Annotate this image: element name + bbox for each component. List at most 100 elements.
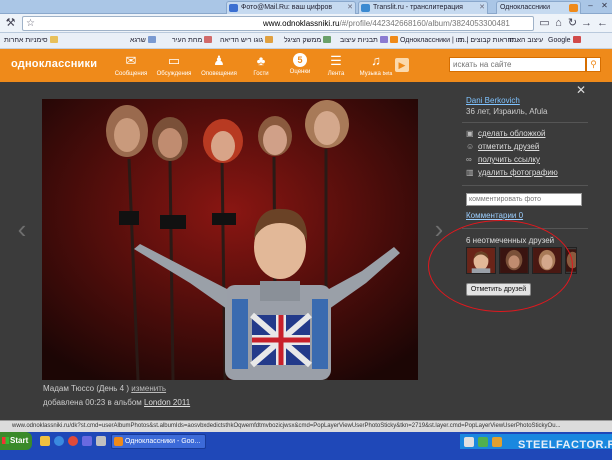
nav-messages[interactable]: ✉ Сообщения: [111, 53, 151, 77]
bookmark-label: תבניות עיצוב: [340, 37, 378, 44]
bookmark-label: גוגו ריש הדיאה: [220, 37, 264, 44]
nav-label: Лента: [327, 71, 345, 77]
chrome-icon[interactable]: [68, 436, 78, 446]
close-tab-icon[interactable]: ✕: [479, 2, 485, 13]
nav-discussions[interactable]: ▭ Обсуждения: [154, 53, 194, 77]
bookmark-item[interactable]: עיצוב האתר: [508, 36, 543, 46]
envelope-icon: ✉: [125, 53, 137, 68]
start-button[interactable]: Start: [0, 432, 32, 450]
nav-feed[interactable]: ☰ Лента: [316, 53, 356, 77]
url-path: /#/profile/442342668160/album/3824053300…: [339, 19, 510, 28]
owner-meta: 36 лет, Израиль, Afula: [466, 107, 548, 116]
folder-icon[interactable]: [40, 436, 50, 446]
delete-photo-action[interactable]: ▥ удалить фотографию: [466, 168, 558, 177]
action-label: отметить друзей: [478, 142, 540, 151]
trash-icon: ▥: [466, 168, 474, 177]
bookmark-item[interactable]: מחת העיר: [172, 36, 214, 46]
photo[interactable]: [42, 99, 418, 380]
bookmark-label: עיצוב האתר: [508, 37, 544, 44]
discussions-icon: ▭: [167, 53, 181, 68]
cover-icon: ▣: [466, 129, 474, 138]
browser-tab-mailru[interactable]: Фото@Mail.Ru: ваш цифров ✕: [226, 1, 356, 14]
home-icon[interactable]: ⌂: [552, 17, 565, 30]
bookmark-item[interactable]: Одноклассники | תו...: [390, 36, 468, 46]
folder-icon: [49, 36, 58, 43]
comment-input[interactable]: [466, 193, 582, 206]
previous-photo-arrow-icon[interactable]: ‹: [16, 214, 28, 244]
app-icon[interactable]: [96, 436, 106, 446]
search-icon[interactable]: ⚲: [586, 57, 601, 72]
url-field[interactable]: ☆ www.odnoklassniki.ru/#/profile/4423426…: [22, 16, 534, 31]
make-cover-action[interactable]: ▣ сделать обложкой: [466, 129, 546, 138]
divider: [462, 122, 588, 123]
tray-icon[interactable]: [478, 437, 488, 447]
nav-label: Гости: [253, 71, 269, 77]
windows-logo-icon: [2, 437, 9, 444]
browser-tab-translit[interactable]: Translit.ru - транслитерация ✕: [358, 1, 488, 14]
other-bookmarks-folder[interactable]: סימניות אחרות: [4, 36, 60, 46]
tab-label: Одноклассники: [500, 4, 551, 11]
tab-label: Фото@Mail.Ru: ваш цифров: [241, 4, 333, 11]
nav-label: Обсуждения: [156, 71, 192, 77]
nav-notifications[interactable]: ♟ Оповещения: [199, 53, 239, 77]
bookmark-label: שרגא: [130, 37, 146, 44]
link-icon: ∞: [466, 155, 472, 164]
bookmark-item[interactable]: גוגו ריש הדיאה: [220, 36, 275, 46]
action-label: получить ссылку: [478, 155, 540, 164]
owner-name-link[interactable]: Dani Berkovich: [466, 96, 520, 105]
google-icon: [572, 36, 581, 43]
task-label: Одноклассники - Goo...: [125, 438, 201, 445]
album-link[interactable]: London 2011: [144, 398, 190, 407]
caption-text: Мадам Тюссо (День 4 ): [43, 384, 130, 393]
action-label: удалить фотографию: [478, 168, 558, 177]
tab-label: Translit.ru - транслитерация: [373, 4, 463, 11]
bookmark-item[interactable]: Google: [548, 36, 583, 46]
added-text: добавлена 00:23 в альбом: [43, 398, 142, 407]
app-icon[interactable]: [82, 436, 92, 446]
nav-label: Музыка: [359, 71, 381, 77]
forward-icon[interactable]: →: [580, 17, 593, 30]
bookmark-icon: [204, 36, 213, 43]
play-icon[interactable]: ▶: [395, 58, 409, 72]
minimize-icon[interactable]: –: [584, 1, 597, 11]
edit-caption-link[interactable]: изменить: [131, 384, 166, 393]
tag-friends-action[interactable]: ☺ отметить друзей: [466, 142, 539, 151]
get-link-action[interactable]: ∞ получить ссылку: [466, 155, 540, 164]
browser-tab-odnoklassniki[interactable]: Одноклассники: [496, 1, 581, 14]
nav-ratings[interactable]: 5 Оценки: [280, 53, 320, 75]
bookmark-icon: [323, 36, 332, 43]
odnoklassniki-icon: [390, 36, 398, 43]
bookmark-item[interactable]: ממשק הציגל: [284, 36, 333, 46]
bookmark-star-icon[interactable]: ☆: [26, 17, 35, 30]
page-menu-icon[interactable]: ▭: [538, 17, 551, 30]
bookmark-item[interactable]: תבניות עיצוב: [340, 36, 390, 46]
bookmark-item[interactable]: שרגא: [130, 36, 158, 46]
bookmarks-bar: סימניות אחרות שרגא מחת העיר גוגו ריש הדי…: [0, 33, 612, 49]
site-logo[interactable]: одноклассники: [11, 58, 97, 70]
nav-label: Сообщения: [114, 71, 148, 77]
close-viewer-icon[interactable]: ✕: [576, 83, 586, 97]
nav-label: Оповещения: [201, 71, 237, 77]
tray-icon[interactable]: [464, 437, 474, 447]
nav-guests[interactable]: ♣ Гости: [241, 53, 281, 77]
nav-music[interactable]: ♫ Музыка beta: [356, 53, 396, 77]
reload-icon[interactable]: ↻: [566, 17, 579, 30]
bookmark-icon: [265, 36, 274, 43]
site-header: одноклассники ✉ Сообщения ▭ Обсуждения ♟…: [0, 49, 612, 82]
bookmark-icon: [147, 36, 156, 43]
music-icon: ♫: [371, 53, 381, 68]
close-window-icon[interactable]: ✕: [598, 1, 611, 11]
browser-icon[interactable]: [54, 436, 64, 446]
odnoklassniki-icon: [569, 4, 578, 12]
comments-count-link[interactable]: Комментарии 0: [466, 211, 523, 220]
url-host: www.odnoklassniki.ru: [263, 19, 340, 28]
ratings-icon: 5: [293, 53, 307, 67]
site-search-input[interactable]: [449, 57, 586, 72]
wrench-icon[interactable]: ⚒: [4, 17, 17, 30]
mailru-icon: [229, 4, 238, 12]
back-icon[interactable]: ←: [596, 17, 609, 30]
tray-icon[interactable]: [492, 437, 502, 447]
close-tab-icon[interactable]: ✕: [347, 2, 353, 13]
translit-icon: [361, 4, 370, 12]
taskbar-task-odnoklassniki[interactable]: Одноклассники - Goo...: [111, 434, 206, 449]
